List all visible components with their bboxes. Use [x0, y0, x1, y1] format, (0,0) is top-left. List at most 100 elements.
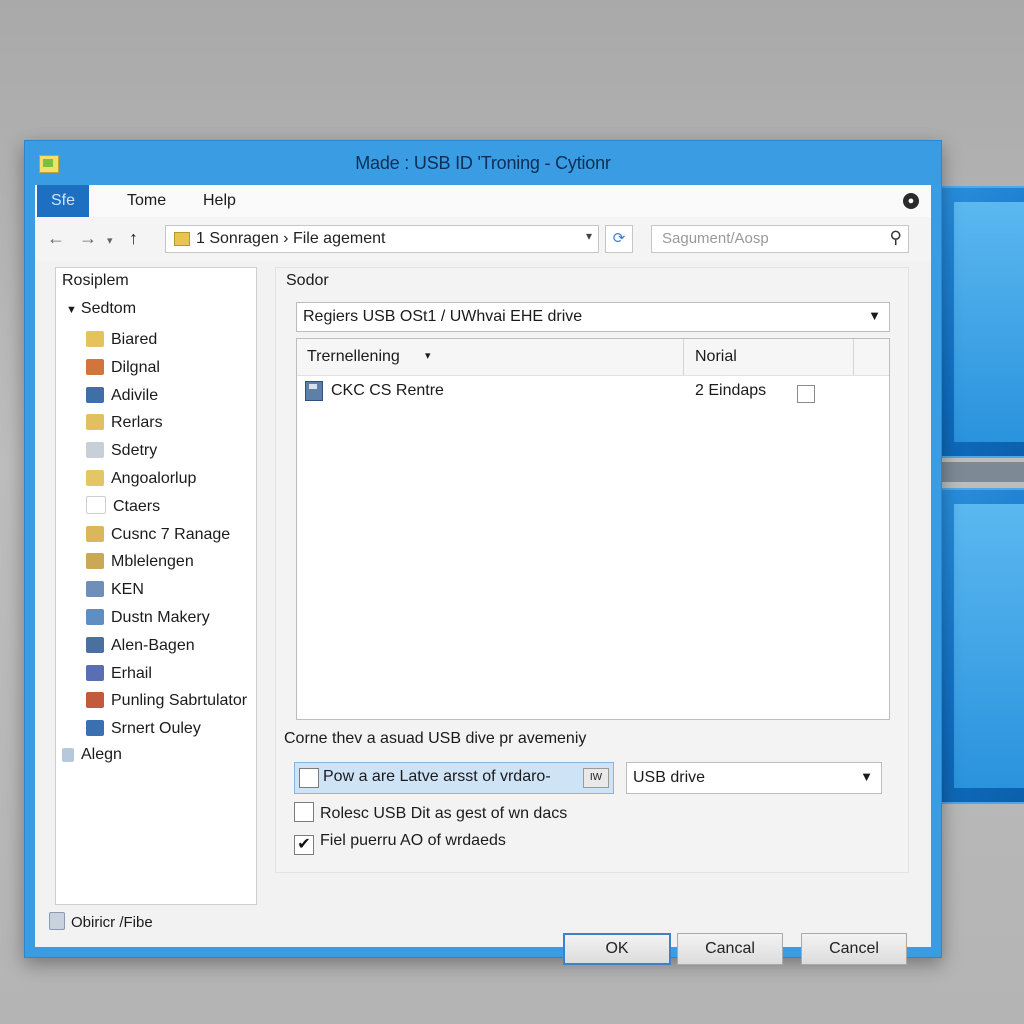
network-icon — [86, 608, 104, 625]
monitor-icon — [86, 636, 104, 653]
edit-icon — [86, 720, 104, 737]
tree-item[interactable]: Sdetry — [86, 437, 247, 465]
app-icon — [86, 692, 104, 709]
column-header-name[interactable]: Trernellening — [307, 348, 400, 366]
chevron-down-icon[interactable]: ▼ — [868, 308, 881, 323]
option-format-label: Pow a are Latve arsst of vrdaro- — [323, 768, 551, 785]
tree-item[interactable]: Punling Sabrtulator — [86, 687, 247, 715]
cancel-button-secondary[interactable]: Cancel — [801, 933, 907, 965]
row-name: CKC CS Rentre — [331, 382, 444, 399]
sort-chevron-icon[interactable]: ▾ — [425, 349, 431, 362]
forward-arrow-icon[interactable]: → — [79, 228, 97, 248]
file-icon — [62, 748, 74, 762]
background-monitor-bottom — [938, 488, 1024, 804]
tree-item-label: Angoalorlup — [111, 469, 197, 487]
info-icon[interactable]: ● — [903, 193, 919, 209]
drive-icon — [86, 386, 104, 403]
tree-item[interactable]: Adivile — [86, 382, 247, 410]
dialog-window: Made : USB ID 'Troning - Cytionr Sfe Tom… — [24, 140, 942, 965]
drive-select[interactable]: Regiers USB OSt1 / UWhvai EHE drive ▼ — [296, 302, 890, 332]
column-header-size[interactable]: Norial — [695, 348, 737, 366]
folder-icon — [86, 414, 104, 431]
menu-item-help[interactable]: Help — [191, 185, 248, 217]
back-arrow-icon[interactable]: ← — [47, 228, 65, 248]
folder-icon — [86, 469, 104, 486]
navigation-tree: Rosiplem ▼ Sedtom Biared Dilgnal Adivile Rer… — [55, 267, 257, 905]
tree-item[interactable]: Mblelengen — [86, 548, 247, 576]
menu-item-file[interactable]: Sfe — [37, 185, 89, 217]
chevron-down-icon[interactable]: ▼ — [860, 769, 873, 784]
tree-item-label: Adivile — [111, 386, 159, 404]
search-placeholder: Sagument/Aosp — [662, 230, 769, 247]
tree-root[interactable]: Rosiplem — [62, 272, 129, 290]
x-icon — [86, 581, 104, 598]
document-icon — [86, 442, 104, 459]
title-bar[interactable]: Made : USB ID 'Troning - Cytionr — [25, 141, 941, 185]
tree-item-label: Erhail — [111, 664, 152, 682]
search-icon[interactable]: ⚲ — [890, 228, 902, 248]
drive-list: Trernellening ▾ Norial CKC CS Rentre 2 E… — [296, 338, 890, 720]
option-release-row[interactable]: Rolesc USB Dit as gest of wn dacs — [294, 802, 567, 832]
usb-drive-select[interactable]: USB drive ▼ — [626, 762, 882, 794]
caret-down-icon[interactable]: ▼ — [66, 304, 77, 316]
tree-item[interactable]: Biared — [86, 326, 247, 354]
tree-item-label: Rerlars — [111, 414, 163, 432]
tree-item-label: KEN — [111, 581, 144, 599]
menu-item-tome[interactable]: Tome — [115, 185, 178, 217]
up-arrow-icon[interactable]: ↑ — [129, 228, 138, 248]
option-release-checkbox[interactable] — [294, 802, 314, 822]
tree-item-label: Mblelengen — [111, 553, 194, 571]
tree-item-label: Cusnc 7 Ranage — [111, 525, 231, 543]
status-bar: Obiricr /Fibe — [49, 912, 153, 931]
search-input[interactable]: Sagument/Aosp ⚲ — [651, 225, 909, 253]
tree-item[interactable]: Dilgnal — [86, 354, 247, 382]
option-release-label: Rolesc USB Dit as gest of wn dacs — [320, 805, 568, 822]
option-fill-row[interactable]: ✔ Fiel puerru AO of wrdaeds — [294, 832, 506, 862]
background-monitor-top — [938, 186, 1024, 458]
tree-item[interactable]: Ctaers — [86, 493, 247, 521]
tree-item-label: Dilgnal — [111, 358, 160, 376]
tree-item[interactable]: Rerlars — [86, 409, 247, 437]
option-format-checkbox[interactable] — [299, 768, 319, 788]
tree-item[interactable]: Alen-Bagen — [86, 632, 247, 660]
tree-section[interactable]: ▼ Sedtom — [66, 300, 136, 318]
ok-button[interactable]: OK — [563, 933, 671, 965]
blank-icon — [86, 495, 106, 514]
navigation-bar: ← → ▾ ↑ 1 Sonragen › File agement ▾ ⟳ Sa… — [35, 217, 931, 261]
list-header: Trernellening ▾ Norial — [297, 339, 889, 376]
folder-icon — [86, 525, 104, 542]
menu-bar: Sfe Tome Help ● — [35, 185, 931, 218]
image-icon — [86, 664, 104, 681]
tree-list: Biared Dilgnal Adivile Rerlars Sdetry Angoalo… — [86, 326, 247, 743]
row-size: 2 Eindaps — [695, 382, 767, 399]
globe-icon — [86, 358, 104, 375]
option-fill-checkbox[interactable]: ✔ — [294, 835, 314, 855]
tree-item[interactable]: Dustn Makery — [86, 604, 247, 632]
option-format-row[interactable]: Pow a are Latve arsst of vrdaro- IW — [294, 762, 614, 794]
tree-item-label: Ctaers — [113, 497, 161, 515]
tree-item[interactable]: Angoalorlup — [86, 465, 247, 493]
row-checkbox[interactable] — [797, 385, 815, 403]
refresh-icon[interactable]: ⟳ — [605, 225, 633, 253]
drive-panel: Sodor Regiers USB OSt1 / UWhvai EHE driv… — [275, 267, 909, 873]
tree-item[interactable]: Erhail — [86, 660, 247, 688]
recent-dropdown-icon[interactable]: ▾ — [107, 231, 113, 251]
disk-icon — [305, 381, 323, 401]
tree-item-extra[interactable]: Alegn — [62, 746, 122, 764]
option-fill-label: Fiel puerru AO of wrdaeds — [320, 832, 506, 849]
table-row[interactable]: CKC CS Rentre 2 Eindaps — [297, 377, 889, 405]
tree-item-label: Biared — [111, 331, 158, 348]
tree-item-label: Sdetry — [111, 442, 158, 460]
tree-item[interactable]: KEN — [86, 576, 247, 604]
tree-item-label: Alen-Bagen — [111, 636, 195, 654]
tree-item[interactable]: Srnert Ouley — [86, 715, 247, 743]
address-bar[interactable]: 1 Sonragen › File agement ▾ — [165, 225, 599, 253]
folder-icon — [174, 232, 190, 246]
chevron-down-icon[interactable]: ▾ — [586, 229, 592, 243]
tree-item[interactable]: Cusnc 7 Ranage — [86, 521, 247, 549]
tree-item-label: Srnert Ouley — [111, 720, 201, 738]
folder-icon — [86, 553, 104, 570]
tree-item-label: Punling Sabrtulator — [111, 692, 248, 710]
cancel-button[interactable]: Cancal — [677, 933, 783, 965]
option-format-button[interactable]: IW — [583, 768, 609, 788]
